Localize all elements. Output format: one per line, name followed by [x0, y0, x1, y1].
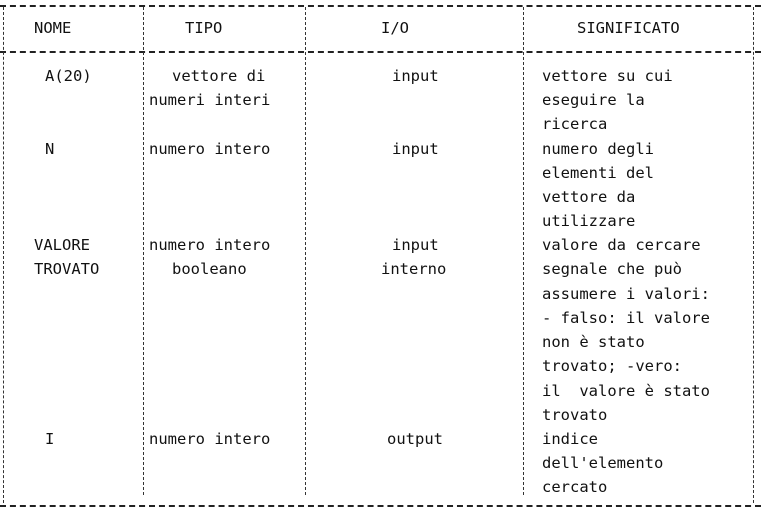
header-nome: NOME [34, 19, 72, 37]
column-border-left [3, 7, 4, 503]
cell-nome: VALORE [34, 236, 90, 254]
cell-nome: I [45, 430, 55, 448]
cell-significato: vettore su cui [542, 67, 673, 85]
cell-tipo: numero intero [149, 140, 271, 158]
header-tipo: TIPO [185, 19, 223, 37]
cell-significato: assumere i valori: [542, 285, 710, 303]
cell-nome: A(20) [45, 67, 92, 85]
cell-io: output [387, 430, 443, 448]
cell-io: input [392, 67, 439, 85]
column-border-3 [523, 7, 524, 495]
header-io: I/O [381, 19, 409, 37]
header-significato: SIGNIFICATO [577, 19, 680, 37]
cell-significato: indice [542, 430, 598, 448]
cell-io: input [392, 236, 439, 254]
cell-significato: cercato [542, 478, 608, 496]
cell-tipo: numero intero [149, 236, 271, 254]
cell-significato: valore da cercare [542, 236, 701, 254]
cell-tipo: numeri interi [149, 91, 271, 109]
cell-significato: utilizzare [542, 212, 636, 230]
cell-significato: trovato; -vero: [542, 357, 682, 375]
cell-significato: elementi del [542, 164, 654, 182]
cell-significato: vettore da [542, 188, 636, 206]
cell-significato: trovato [542, 406, 608, 424]
cell-significato: eseguire la [542, 91, 645, 109]
column-border-1 [143, 7, 144, 495]
cell-nome: TROVATO [34, 260, 100, 278]
cell-tipo: booleano [172, 260, 247, 278]
cell-significato: ricerca [542, 115, 608, 133]
cell-significato: numero degli [542, 140, 654, 158]
header-separator [0, 51, 761, 53]
cell-nome: N [45, 140, 55, 158]
column-border-2 [305, 7, 306, 495]
cell-significato: non è stato [542, 333, 645, 351]
cell-io: interno [381, 260, 447, 278]
cell-significato: segnale che può [542, 260, 682, 278]
cell-tipo: numero intero [149, 430, 271, 448]
cell-significato: - falso: il valore [542, 309, 710, 327]
cell-tipo: vettore di [172, 67, 266, 85]
cell-significato: il valore è stato [542, 382, 710, 400]
table-top-border [0, 5, 761, 7]
table-bottom-border [0, 505, 761, 507]
cell-io: input [392, 140, 439, 158]
column-border-right [753, 7, 754, 503]
cell-significato: dell'elemento [542, 454, 664, 472]
